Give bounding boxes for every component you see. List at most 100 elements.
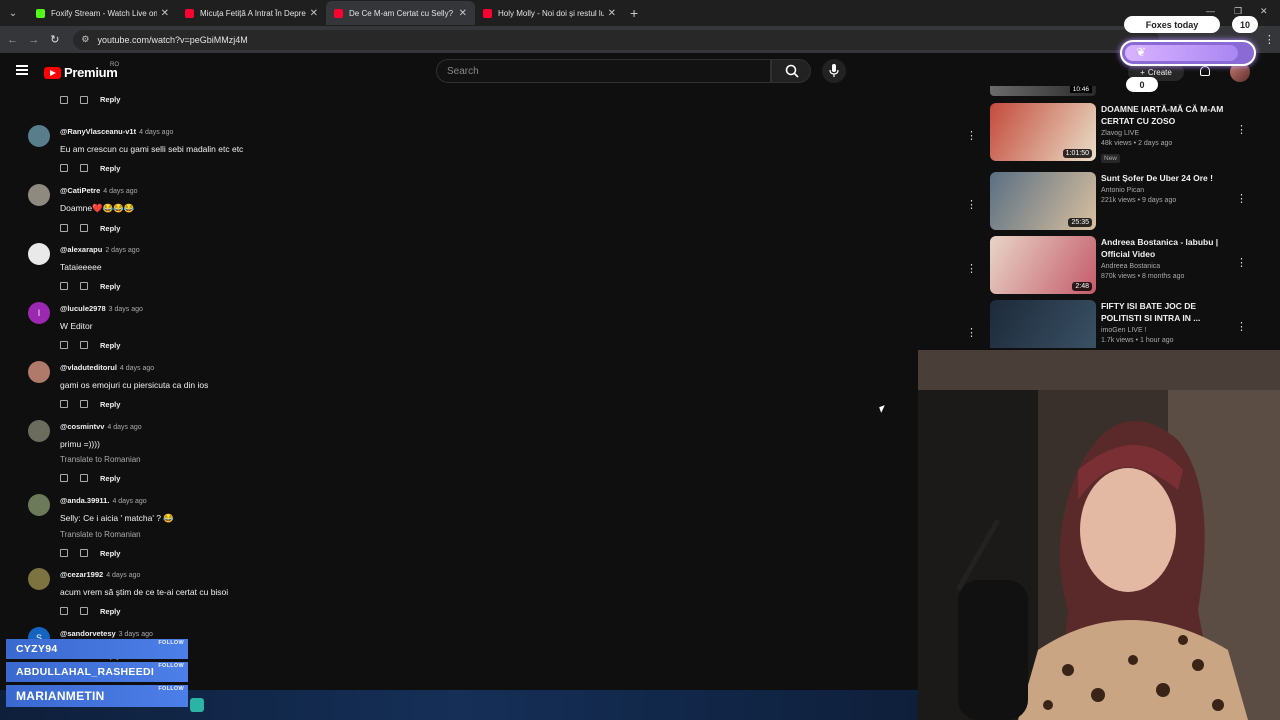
notifications-bell-icon[interactable]: [1200, 66, 1210, 76]
search-button[interactable]: [771, 59, 811, 83]
comment-avatar[interactable]: [28, 494, 50, 516]
comment-avatar[interactable]: [28, 184, 50, 206]
tab-search-chevron-icon[interactable]: ⌄: [2, 2, 24, 24]
video-title[interactable]: Andreea Bostanica - labubu | Official Vi…: [1101, 236, 1237, 260]
comment-avatar[interactable]: [28, 568, 50, 590]
dislike-icon[interactable]: [80, 224, 88, 232]
comment-author[interactable]: @cosmintvv: [60, 422, 104, 431]
reload-icon[interactable]: ↻: [44, 33, 65, 46]
video-thumbnail[interactable]: 1:01:50: [990, 103, 1096, 161]
more-options-icon[interactable]: ⋮: [1236, 123, 1247, 136]
site-info-icon[interactable]: ⚙: [81, 34, 89, 45]
reply-button[interactable]: Reply: [100, 95, 120, 104]
like-icon[interactable]: [60, 224, 68, 232]
comment-avatar[interactable]: [28, 361, 50, 383]
like-icon[interactable]: [60, 341, 68, 349]
comment-author[interactable]: @cezar1992: [60, 570, 103, 579]
comment-author[interactable]: @anda.39911.: [60, 496, 109, 505]
reply-button[interactable]: Reply: [100, 607, 120, 616]
reply-button[interactable]: Reply: [100, 282, 120, 291]
more-options-icon[interactable]: ⋮: [1236, 256, 1247, 269]
comment-author[interactable]: @alexarapu: [60, 245, 102, 254]
reply-button[interactable]: Reply: [100, 341, 120, 350]
comment-author[interactable]: @sandorvetesy: [60, 629, 116, 638]
channel-name[interactable]: imoGen LIVE !: [1101, 327, 1237, 334]
browser-tab[interactable]: Holy Molly - Noi doi și restul lumii ✕: [475, 1, 624, 25]
more-options-icon[interactable]: ⋮: [966, 129, 977, 142]
reply-button[interactable]: Reply: [100, 400, 120, 409]
minimize-icon[interactable]: —: [1206, 6, 1215, 16]
dislike-icon[interactable]: [80, 607, 88, 615]
comment-time[interactable]: 3 days ago: [109, 306, 143, 313]
more-options-icon[interactable]: ⋮: [1236, 192, 1247, 205]
like-icon[interactable]: [60, 282, 68, 290]
comment-avatar[interactable]: [28, 125, 50, 147]
forward-icon[interactable]: →: [23, 34, 44, 46]
like-icon[interactable]: [60, 400, 68, 408]
browser-tab[interactable]: Foxify Stream - Watch Live on Kick ✕: [28, 1, 177, 25]
like-icon[interactable]: [60, 549, 68, 557]
comment-author[interactable]: @CatiPetre: [60, 186, 100, 195]
channel-name[interactable]: Andreea Bostanica: [1101, 263, 1237, 270]
comment-time[interactable]: 2 days ago: [105, 247, 139, 254]
reply-button[interactable]: Reply: [100, 549, 120, 558]
more-options-icon[interactable]: ⋮: [1236, 320, 1247, 333]
search-input[interactable]: Search: [436, 59, 771, 83]
dislike-icon[interactable]: [80, 341, 88, 349]
comment-author[interactable]: @RanyVlasceanu-v1t: [60, 127, 136, 136]
browser-tab[interactable]: Micuța Fetiță A Intrat În Depresie ✕: [177, 1, 326, 25]
comment-time[interactable]: 3 days ago: [119, 631, 153, 638]
like-icon[interactable]: [60, 95, 68, 104]
comment-avatar[interactable]: l: [28, 302, 50, 324]
video-thumbnail[interactable]: 25:35: [990, 172, 1096, 230]
more-options-icon[interactable]: ⋮: [966, 198, 977, 211]
comment-author[interactable]: @vladuteditorul: [60, 363, 117, 372]
tab-close-icon[interactable]: ✕: [608, 8, 616, 19]
comment-time[interactable]: 4 days ago: [106, 572, 140, 579]
like-icon[interactable]: [60, 474, 68, 482]
reply-button[interactable]: Reply: [100, 164, 120, 173]
more-options-icon[interactable]: ⋮: [966, 262, 977, 275]
tab-close-icon[interactable]: ✕: [459, 8, 467, 19]
tab-close-icon[interactable]: ✕: [310, 8, 318, 19]
browser-tab[interactable]: De Ce M-am Certat cu Selly? - YouTube ✕: [326, 1, 475, 25]
like-icon[interactable]: [60, 607, 68, 615]
youtube-premium-logo[interactable]: Premium RO: [44, 62, 119, 80]
channel-name[interactable]: Antonio Pican: [1101, 187, 1237, 194]
dislike-icon[interactable]: [80, 95, 88, 104]
more-options-icon[interactable]: ⋮: [966, 326, 977, 339]
url-field[interactable]: ⚙ youtube.com/watch?v=peGbiMMzj4M: [73, 29, 1159, 50]
tab-close-icon[interactable]: ✕: [161, 8, 169, 19]
recommended-video[interactable]: ⋮ 2:48 Andreea Bostanica - labubu | Offi…: [960, 236, 1260, 298]
dislike-icon[interactable]: [80, 474, 88, 482]
recommended-video[interactable]: ⋮ 25:35 Sunt Șofer De Uber 24 Ore ! Anto…: [960, 172, 1260, 234]
comment-avatar[interactable]: [28, 420, 50, 442]
video-thumbnail[interactable]: [990, 300, 1096, 348]
comment-time[interactable]: 4 days ago: [103, 188, 137, 195]
comment-time[interactable]: 4 days ago: [112, 498, 146, 505]
translate-link[interactable]: Translate to Romanian: [60, 530, 420, 539]
comment-time[interactable]: 4 days ago: [120, 365, 154, 372]
comment-author[interactable]: @lucule2978: [60, 304, 106, 313]
like-icon[interactable]: [60, 164, 68, 172]
dislike-icon[interactable]: [80, 164, 88, 172]
close-window-icon[interactable]: ✕: [1260, 6, 1268, 17]
channel-name[interactable]: Zlavog LIVE: [1101, 130, 1237, 137]
recommended-video[interactable]: ⋮ FIFTY ISI BATE JOC DE POLITISTI SI INT…: [960, 300, 1260, 348]
reply-button[interactable]: Reply: [100, 224, 120, 233]
voice-search-button[interactable]: [822, 59, 846, 83]
video-thumbnail[interactable]: 2:48: [990, 236, 1096, 294]
comment-time[interactable]: 4 days ago: [139, 129, 173, 136]
reply-button[interactable]: Reply: [100, 474, 120, 483]
video-title[interactable]: DOAMNE IARTĂ-MĂ CĂ M-AM CERTAT CU ZOSO: [1101, 103, 1237, 127]
new-tab-button[interactable]: +: [630, 5, 638, 21]
browser-menu-icon[interactable]: ⋮: [1259, 33, 1280, 46]
hamburger-menu-icon[interactable]: [16, 65, 28, 75]
comment-time[interactable]: 4 days ago: [107, 424, 141, 431]
dislike-icon[interactable]: [80, 400, 88, 408]
recommended-video[interactable]: ⋮ 1:01:50 DOAMNE IARTĂ-MĂ CĂ M-AM CERTAT…: [960, 103, 1260, 165]
translate-link[interactable]: Translate to Romanian: [60, 455, 420, 464]
video-title[interactable]: FIFTY ISI BATE JOC DE POLITISTI SI INTRA…: [1101, 300, 1237, 324]
comment-avatar[interactable]: [28, 243, 50, 265]
dislike-icon[interactable]: [80, 549, 88, 557]
